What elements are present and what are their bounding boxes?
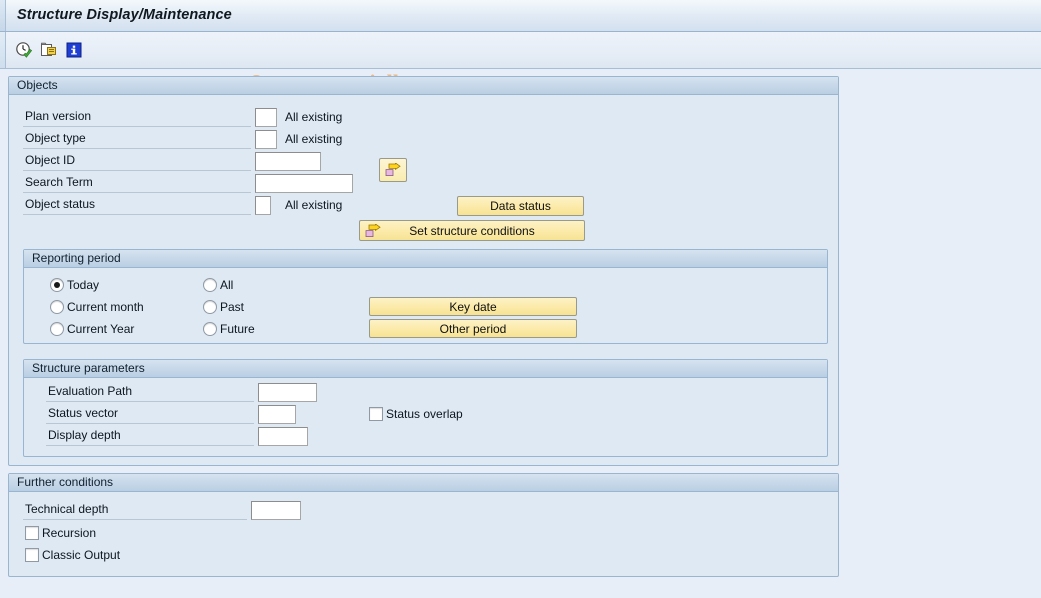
field-row-evaluation-path: Evaluation Path: [46, 383, 346, 403]
suffix-object-type: All existing: [285, 130, 342, 148]
field-row-technical-depth: Technical depth: [23, 501, 363, 521]
radio-future-label: Future: [220, 322, 255, 336]
checkbox-status-overlap-box: [369, 407, 383, 421]
input-search-term[interactable]: [255, 174, 353, 193]
radio-current-year[interactable]: Current Year: [50, 320, 134, 337]
checkbox-classic-output[interactable]: Classic Output: [25, 546, 120, 563]
toolbar: © www.tutorialkart.com: [0, 32, 1041, 69]
checkbox-classic-output-box: [25, 548, 39, 562]
label-status-vector: Status vector: [46, 405, 254, 424]
objects-panel-header: Objects: [9, 77, 838, 95]
radio-current-year-label: Current Year: [67, 322, 134, 336]
field-row-object-type: Object type All existing: [23, 130, 323, 150]
radio-current-month-indicator: [50, 300, 64, 314]
input-evaluation-path[interactable]: [258, 383, 317, 402]
reporting-period-header: Reporting period: [24, 250, 827, 268]
structure-parameters-panel: Structure parameters Evaluation Path Sta…: [23, 359, 828, 457]
objects-panel-body: Plan version All existing Object type Al…: [9, 95, 838, 464]
objects-panel: Objects Plan version All existing Object…: [8, 76, 839, 466]
input-status-vector[interactable]: [258, 405, 296, 424]
radio-past-label: Past: [220, 300, 244, 314]
further-conditions-panel: Further conditions Technical depth Recur…: [8, 473, 839, 577]
data-status-button[interactable]: Data status: [457, 196, 584, 216]
checkbox-classic-output-label: Classic Output: [42, 548, 120, 562]
page-title: Structure Display/Maintenance: [17, 7, 232, 23]
field-row-object-status: Object status All existing: [23, 196, 323, 216]
radio-today-label: Today: [67, 278, 99, 292]
input-object-id[interactable]: [255, 152, 321, 171]
input-object-status[interactable]: [255, 196, 271, 215]
checkbox-status-overlap[interactable]: Status overlap: [369, 405, 463, 422]
label-technical-depth: Technical depth: [23, 501, 247, 520]
radio-current-year-indicator: [50, 322, 64, 336]
suffix-plan-version: All existing: [285, 108, 342, 126]
radio-future-indicator: [203, 322, 217, 336]
radio-all-indicator: [203, 278, 217, 292]
further-conditions-body: Technical depth Recursion Classic Output: [9, 492, 838, 575]
window-title-bar: Structure Display/Maintenance: [0, 0, 1041, 32]
checkbox-recursion[interactable]: Recursion: [25, 524, 96, 541]
label-object-id: Object ID: [23, 152, 251, 171]
radio-future[interactable]: Future: [203, 320, 255, 337]
checkbox-recursion-label: Recursion: [42, 526, 96, 540]
input-plan-version[interactable]: [255, 108, 277, 127]
object-id-multiple-selection-button[interactable]: [379, 158, 407, 182]
checkbox-status-overlap-label: Status overlap: [386, 407, 463, 421]
field-row-status-vector: Status vector: [46, 405, 346, 425]
label-search-term: Search Term: [23, 174, 251, 193]
reporting-period-body: Today Current month Current Year All Pas…: [24, 268, 827, 342]
other-period-button[interactable]: Other period: [369, 319, 577, 338]
radio-current-month[interactable]: Current month: [50, 298, 144, 315]
suffix-object-status: All existing: [285, 196, 342, 214]
information-icon[interactable]: [65, 41, 83, 59]
label-display-depth: Display depth: [46, 427, 254, 446]
radio-past[interactable]: Past: [203, 298, 244, 315]
input-object-type[interactable]: [255, 130, 277, 149]
structure-parameters-header: Structure parameters: [24, 360, 827, 378]
execute-clock-icon[interactable]: [15, 41, 33, 59]
set-structure-conditions-label: Set structure conditions: [409, 224, 534, 238]
input-technical-depth[interactable]: [251, 501, 301, 520]
field-row-search-term: Search Term: [23, 174, 383, 194]
label-evaluation-path: Evaluation Path: [46, 383, 254, 402]
label-plan-version: Plan version: [23, 108, 251, 127]
set-structure-conditions-button[interactable]: Set structure conditions: [359, 220, 585, 241]
radio-today[interactable]: Today: [50, 276, 99, 293]
field-row-object-id: Object ID: [23, 152, 383, 172]
arrow-right-icon: [365, 224, 381, 238]
label-object-status: Object status: [23, 196, 251, 215]
key-date-button[interactable]: Key date: [369, 297, 577, 316]
input-display-depth[interactable]: [258, 427, 308, 446]
radio-current-month-label: Current month: [67, 300, 144, 314]
multiple-selection-icon[interactable]: [40, 41, 58, 59]
reporting-period-panel: Reporting period Today Current month Cur…: [23, 249, 828, 344]
radio-all[interactable]: All: [203, 276, 233, 293]
multiple-selection-arrow-icon: [385, 163, 401, 177]
field-row-display-depth: Display depth: [46, 427, 346, 447]
radio-today-indicator: [50, 278, 64, 292]
structure-parameters-body: Evaluation Path Status vector Display de…: [24, 378, 827, 455]
further-conditions-header: Further conditions: [9, 474, 838, 492]
radio-past-indicator: [203, 300, 217, 314]
checkbox-recursion-box: [25, 526, 39, 540]
field-row-plan-version: Plan version All existing: [23, 108, 323, 128]
label-object-type: Object type: [23, 130, 251, 149]
radio-all-label: All: [220, 278, 233, 292]
